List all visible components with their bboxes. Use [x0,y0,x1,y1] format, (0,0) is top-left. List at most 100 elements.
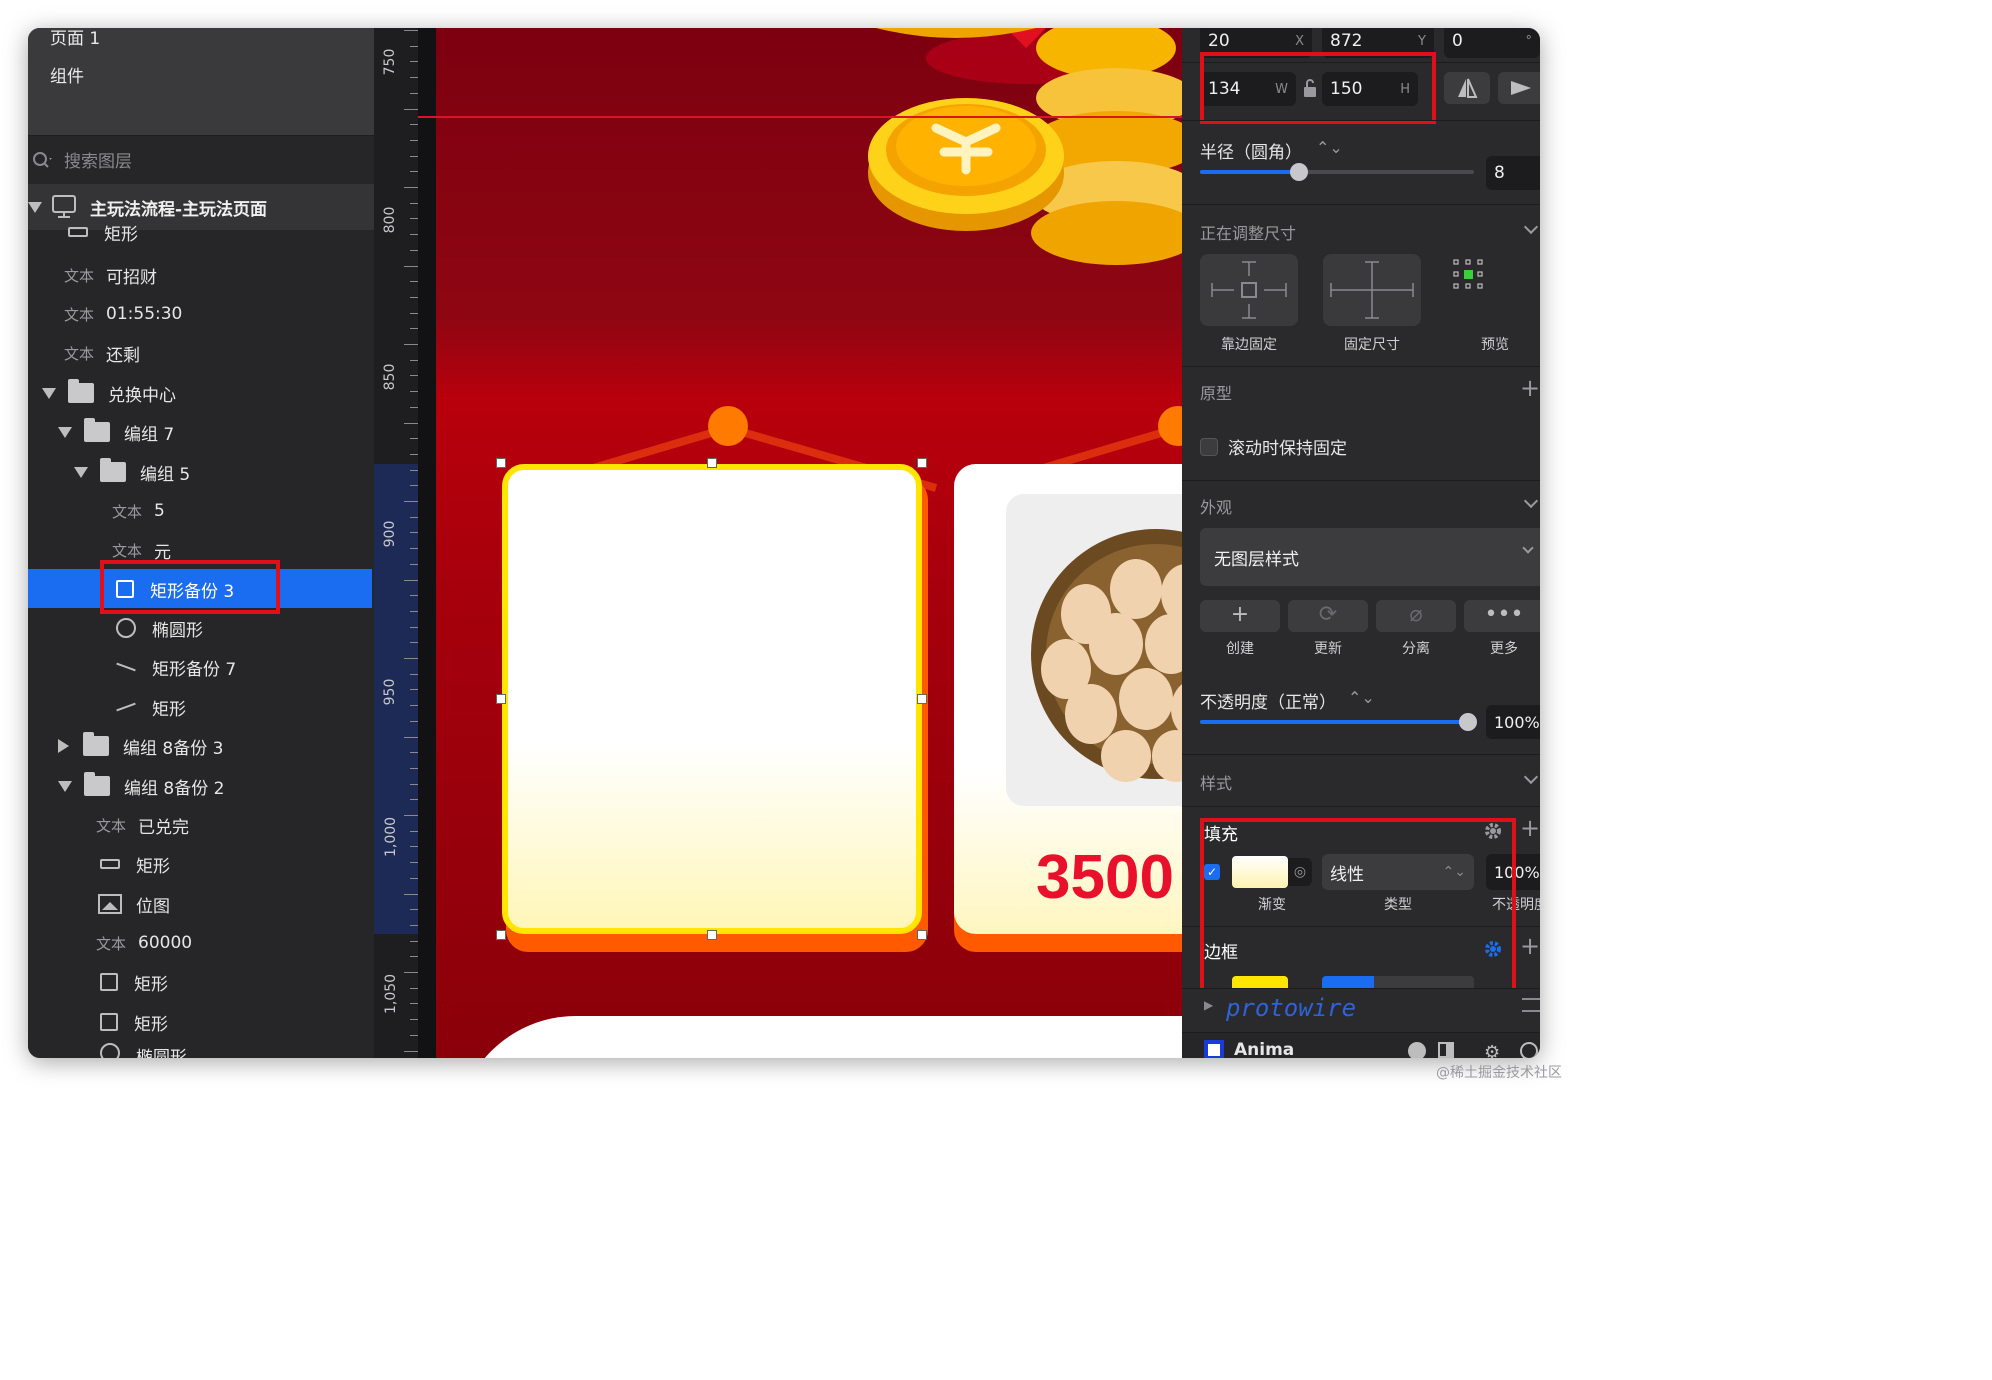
artboard-icon [52,195,76,218]
search-icon [33,151,52,168]
layer-search[interactable]: 搜索图层 [28,135,374,183]
collapse-arrow-icon[interactable] [28,201,42,213]
vertical-ruler[interactable]: 750 800 850 900 950 1,000 1,050 [374,28,418,1058]
add-fill-icon[interactable]: + [1520,814,1540,842]
layer-row[interactable]: 文本 已兑完 [96,807,189,843]
text-layer-icon: 文本 [64,266,95,285]
layer-row[interactable]: 矩形 [100,846,170,882]
layer-row[interactable]: 文本 01:55:30 [64,296,182,332]
selected-rectangle[interactable] [502,464,922,934]
stepper-icon[interactable]: ⌃⌄ [1348,688,1375,707]
watermark: @稀土掘金技术社区 [1436,1065,1562,1081]
gold-coins-illustration [868,28,1182,265]
chevron-down-icon[interactable] [1523,219,1539,235]
settings-gear-icon[interactable]: ⚙ [1484,1042,1500,1058]
radius-input[interactable]: 8 [1486,156,1540,190]
disable-icon[interactable] [1520,1042,1538,1058]
ruler-tick [410,469,418,471]
expand-arrow-icon[interactable] [58,426,72,438]
add-prototype-icon[interactable]: + [1520,374,1540,402]
layer-row[interactable]: 椭圆形 [116,610,203,646]
pin-icon[interactable] [1408,1042,1426,1058]
menu-icon[interactable] [1522,998,1540,1012]
price-text: 3500 [1036,843,1174,912]
layer-group-row[interactable]: 编组 8备份 2 [58,768,224,804]
layer-group-row[interactable]: 兑换中心 [42,375,176,411]
update-style-button[interactable]: ⟳ [1288,600,1368,632]
pin-to-edge-option[interactable] [1200,254,1298,326]
layer-row[interactable]: 文本 还剩 [64,335,140,371]
expand-arrow-icon[interactable] [42,387,56,399]
collapsed-arrow-icon[interactable] [58,739,69,753]
add-border-icon[interactable]: + [1520,932,1540,960]
radius-label: 半径（圆角） [1200,143,1302,163]
layer-row[interactable]: 矩形 [100,964,168,1000]
layer-label: 矩形 [134,1014,168,1035]
layer-row[interactable]: 文本 5 [112,493,165,529]
resize-handle[interactable] [917,930,927,940]
resize-handle[interactable] [496,694,506,704]
page-item-components[interactable]: 组件 [50,62,84,87]
layer-row[interactable]: 文本 60000 [96,925,192,961]
fix-on-scroll-checkbox[interactable] [1200,438,1218,456]
layer-label: 矩形 [134,974,168,995]
radius-slider-knob[interactable] [1289,163,1308,181]
layer-row[interactable]: 椭圆形 [100,1043,187,1058]
layer-row[interactable]: 位图 [98,886,170,922]
opacity-slider-knob[interactable] [1459,713,1477,731]
ruler-label: 900 [382,520,398,548]
create-style-button[interactable]: + [1200,600,1280,632]
more-button[interactable]: ••• [1464,600,1540,632]
resizing-section-title: 正在调整尺寸 [1200,224,1297,243]
rectangle-icon [100,973,118,991]
flip-horizontal-button[interactable] [1444,72,1490,104]
layer-row[interactable]: 矩形 [68,220,138,244]
protowire-plugin-logo[interactable]: protowire [1226,994,1356,1022]
layout-icon[interactable] [1438,1042,1454,1058]
expand-arrow-icon[interactable]: ▶ [1204,998,1213,1012]
resize-handle[interactable] [496,930,506,940]
ruler-tick [410,312,418,314]
layer-row[interactable]: 矩形 [116,689,186,725]
preview-option[interactable] [1446,254,1540,326]
page-item-1[interactable]: 页面 1 [50,28,100,49]
flip-vertical-button[interactable] [1498,72,1540,104]
product-card[interactable]: 3500 [954,464,1182,934]
layer-group-row[interactable]: 编组 5 [74,454,190,490]
rotation-input[interactable]: 0 ° [1444,28,1540,58]
layer-row[interactable]: 矩形 [100,1004,168,1040]
preview-icon [1453,259,1483,289]
stepper-icon[interactable]: ⌃⌄ [1316,138,1343,157]
layer-group-row[interactable]: 编组 8备份 3 [58,728,223,764]
detach-style-button[interactable]: ⌀ [1376,600,1456,632]
layer-row[interactable]: 文本 可招财 [64,257,157,293]
opacity-input[interactable]: 100% [1486,705,1540,739]
divider [1182,806,1540,807]
radius-slider[interactable] [1200,170,1474,174]
expand-arrow-icon[interactable] [58,780,72,792]
design-canvas[interactable]: 3500 [418,28,1182,1058]
rectangle-icon [68,227,88,237]
ruler-tick [404,501,418,502]
ruler-tick [410,281,418,283]
more-icon: ••• [1484,602,1524,627]
chevron-down-icon[interactable] [1523,493,1539,509]
fix-size-option[interactable] [1323,254,1421,326]
resize-handle[interactable] [917,694,927,704]
resize-handle[interactable] [707,930,717,940]
layer-group-row[interactable]: 编组 7 [58,414,174,450]
text-layer-icon: 文本 [96,934,127,953]
ruler-label: 950 [382,678,398,706]
chevron-down-icon[interactable] [1523,769,1539,785]
opacity-slider[interactable] [1200,720,1468,724]
resize-handle[interactable] [496,458,506,468]
resize-handle[interactable] [917,458,927,468]
resize-handle[interactable] [707,458,717,468]
ruler-tick [410,720,418,722]
layer-style-dropdown[interactable]: 无图层样式 [1200,528,1540,586]
layer-label: 已兑完 [138,817,190,838]
layer-row[interactable]: 矩形备份 7 [116,649,236,685]
ruler-tick [410,1003,418,1005]
expand-arrow-icon[interactable] [74,466,88,478]
ruler-tick [404,736,418,738]
